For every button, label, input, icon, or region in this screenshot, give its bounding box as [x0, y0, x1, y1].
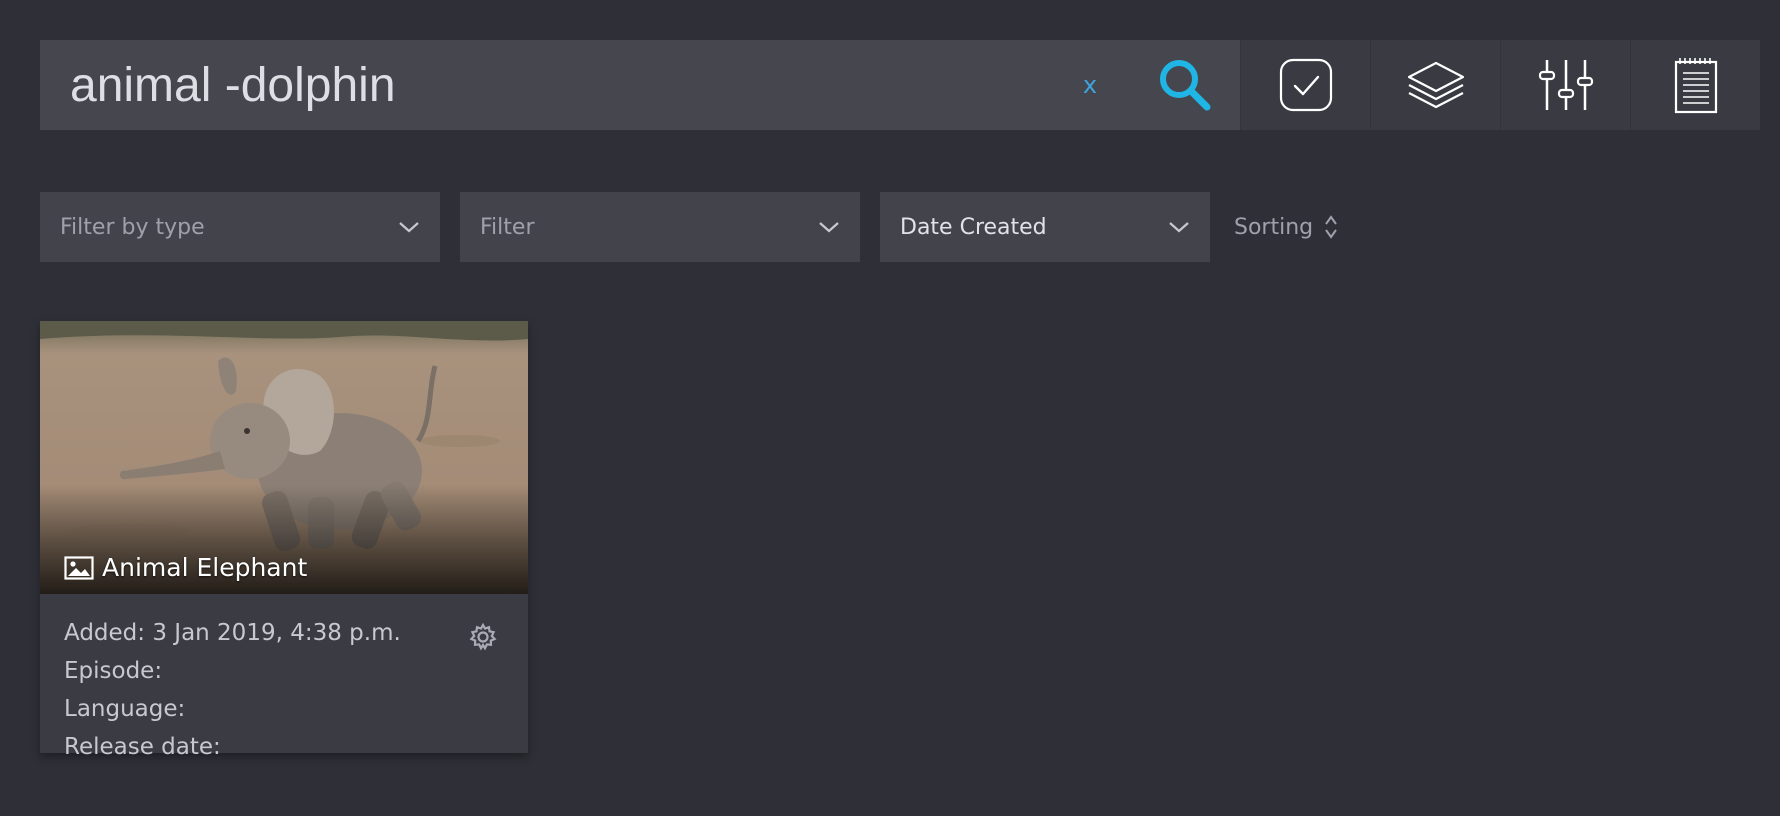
- added-date: Added: 3 Jan 2019, 4:38 p.m.: [64, 620, 401, 646]
- media-thumbnail[interactable]: Animal Elephant: [40, 321, 528, 594]
- settings-button[interactable]: [468, 622, 498, 657]
- language-field: Language:: [64, 696, 186, 722]
- sorting-label: Sorting: [1234, 214, 1314, 240]
- release-date-field: Release date:: [64, 734, 221, 760]
- sort-field-label: Date Created: [900, 214, 1047, 240]
- gear-icon: [469, 622, 497, 651]
- search-toolbar: x: [40, 40, 1760, 130]
- filter-by-type-label: Filter by type: [60, 214, 205, 240]
- filter-label: Filter: [480, 214, 535, 240]
- media-library-page: x: [0, 0, 1780, 816]
- filter-bar: Filter by type Filter Date Created Sorti…: [40, 192, 1339, 262]
- media-title: Animal Elephant: [102, 553, 308, 582]
- collections-button[interactable]: [1370, 40, 1500, 130]
- search-box: x: [40, 40, 1240, 130]
- search-icon: [1160, 60, 1211, 111]
- sort-arrows-icon: [1325, 215, 1337, 239]
- search-input[interactable]: [40, 40, 1070, 130]
- thumbnail-caption: Animal Elephant: [64, 553, 307, 582]
- media-metadata: Added: 3 Jan 2019, 4:38 p.m. Episode: La…: [40, 594, 528, 766]
- sliders-icon: [1538, 60, 1593, 110]
- sort-field-select[interactable]: Date Created: [880, 192, 1210, 262]
- notes-button[interactable]: [1630, 40, 1760, 130]
- notepad-icon: [1674, 58, 1717, 114]
- episode-field: Episode:: [64, 658, 163, 684]
- sorting-toggle[interactable]: Sorting: [1234, 192, 1339, 262]
- search-button[interactable]: [1140, 40, 1230, 130]
- chevron-down-icon: [399, 222, 419, 233]
- media-card[interactable]: Animal Elephant Added: 3 Jan 2019, 4:38 …: [40, 321, 528, 760]
- chevron-down-icon: [1169, 222, 1189, 233]
- filter-by-type-select[interactable]: Filter by type: [40, 192, 440, 262]
- chevron-down-icon: [819, 222, 839, 233]
- layers-icon: [1407, 61, 1464, 109]
- clear-search-button[interactable]: x: [1070, 40, 1110, 130]
- filter-select[interactable]: Filter: [460, 192, 860, 262]
- select-mode-button[interactable]: [1240, 40, 1370, 130]
- image-icon: [64, 555, 94, 580]
- select-checkbox-icon: [1279, 58, 1332, 112]
- adjust-filters-button[interactable]: [1500, 40, 1630, 130]
